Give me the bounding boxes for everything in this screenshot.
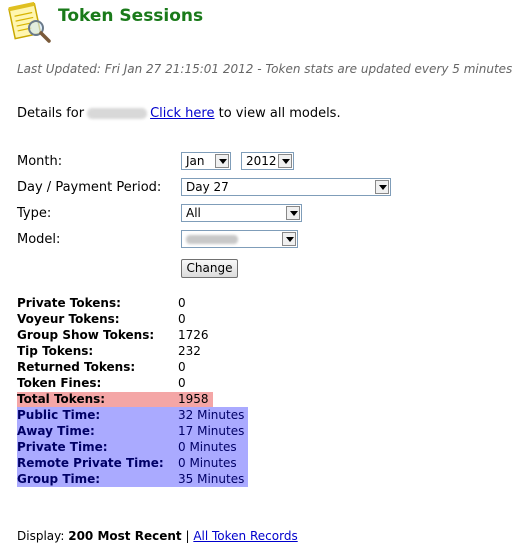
month-select[interactable]: Jan	[181, 152, 231, 170]
stat-value: 1958	[178, 392, 209, 406]
change-button[interactable]: Change	[181, 259, 238, 278]
chevron-down-icon	[375, 180, 389, 194]
type-label: Type:	[17, 206, 52, 221]
stat-value: 17 Minutes	[178, 424, 245, 438]
day-select-value: Day 27	[186, 180, 229, 194]
view-all-models-link[interactable]: Click here	[150, 106, 214, 121]
stat-label: Group Time:	[17, 472, 101, 486]
all-token-records-link[interactable]: All Token Records	[193, 529, 297, 543]
last-updated-text: Last Updated: Fri Jan 27 21:15:01 2012 -…	[17, 62, 513, 76]
chevron-down-icon	[278, 154, 292, 168]
stat-label: Token Fines:	[17, 376, 102, 390]
model-select-value-blurred	[186, 232, 238, 247]
year-select[interactable]: 2012	[241, 152, 294, 170]
details-prefix: Details for	[17, 106, 85, 121]
stat-label: Group Show Tokens:	[17, 328, 155, 342]
stat-label: Private Tokens:	[17, 296, 121, 310]
display-value: 200 Most Recent	[68, 529, 182, 543]
stat-label: Remote Private Time:	[17, 456, 164, 470]
stat-value: 0	[178, 360, 186, 374]
type-select[interactable]: All	[181, 204, 302, 222]
day-label: Day / Payment Period:	[17, 180, 162, 195]
stat-value: 0	[178, 376, 186, 390]
notepad-magnifier-icon	[6, 1, 52, 44]
chevron-down-icon	[286, 206, 300, 220]
stat-value: 1726	[178, 328, 209, 342]
stat-value: 0	[178, 296, 186, 310]
stat-value: 232	[178, 344, 201, 358]
display-footer: Display: 200 Most Recent | All Token Rec…	[17, 529, 298, 543]
stat-label: Voyeur Tokens:	[17, 312, 120, 326]
details-suffix: to view all models.	[218, 106, 341, 121]
stat-value: 35 Minutes	[178, 472, 245, 486]
type-select-value: All	[186, 206, 201, 220]
page-title: Token Sessions	[58, 6, 204, 26]
display-prefix: Display:	[17, 529, 65, 543]
footer-separator: |	[185, 529, 190, 543]
year-select-value: 2012	[246, 154, 277, 168]
month-select-value: Jan	[186, 154, 205, 168]
stat-value: 0	[178, 312, 186, 326]
stat-value: 0 Minutes	[178, 456, 237, 470]
details-line: Details for Click here to view all models…	[17, 106, 341, 121]
stat-value: 32 Minutes	[178, 408, 245, 422]
month-label: Month:	[17, 154, 63, 169]
model-select[interactable]	[181, 230, 298, 248]
stat-label: Away Time:	[17, 424, 95, 438]
stat-label: Tip Tokens:	[17, 344, 94, 358]
chevron-down-icon	[215, 154, 229, 168]
stat-value: 0 Minutes	[178, 440, 237, 454]
model-label: Model:	[17, 232, 61, 247]
stat-label: Returned Tokens:	[17, 360, 136, 374]
stat-label: Total Tokens:	[17, 392, 106, 406]
stat-label: Private Time:	[17, 440, 108, 454]
blurred-model-name	[87, 108, 148, 119]
day-select[interactable]: Day 27	[181, 178, 391, 196]
chevron-down-icon	[282, 232, 296, 246]
stat-label: Public Time:	[17, 408, 101, 422]
